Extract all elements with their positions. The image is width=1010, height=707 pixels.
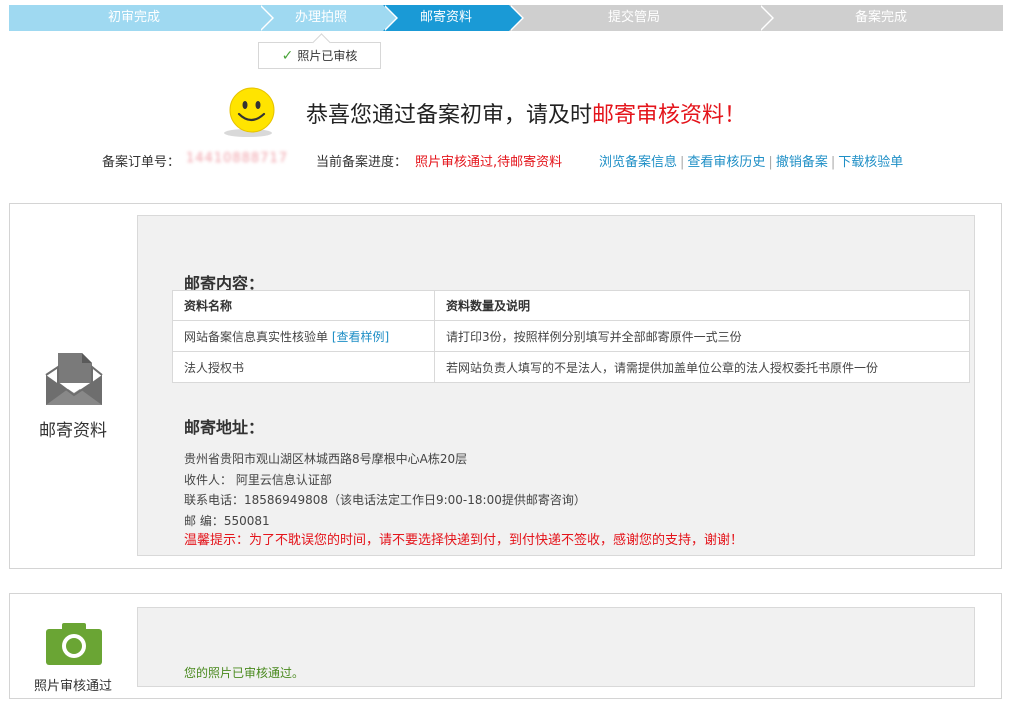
photo-approved-panel: 照片审核通过 您的照片已审核通过。 [9, 593, 1002, 699]
step-label: 办理拍照 [294, 10, 347, 25]
table-header: 资料名称 [172, 290, 435, 321]
phone-line: 联系电话：18586949808（该电话法定工作日9:00-18:00提供邮寄咨… [184, 493, 586, 507]
check-icon: ✓ [281, 47, 294, 64]
mail-address: 贵州省贵阳市观山湖区林城西路8号摩根中心A栋20层 收件人： 阿里云信息认证部 … [184, 449, 743, 552]
postcode-line: 邮 编：550081 [184, 513, 270, 528]
step-label: 初审完成 [107, 10, 160, 25]
cancel-filing-link[interactable]: 撤销备案 [776, 155, 828, 170]
address-line: 贵州省贵阳市观山湖区林城西路8号摩根中心A栋20层 [184, 452, 468, 466]
progress-status: 照片审核通过,待邮寄资料 [415, 155, 563, 170]
smiley-icon [224, 87, 275, 137]
order-links: 浏览备案信息 | 查看审核历史 | 撤销备案 | 下载核验单 [599, 155, 904, 170]
step-mail-materials: 邮寄资料 [383, 5, 524, 31]
order-number: 14410888717 [186, 151, 288, 166]
table-header: 资料数量及说明 [434, 290, 970, 321]
photo-side-label: 照片审核通过 [33, 679, 112, 694]
progress-steps: 初审完成 办理拍照 邮寄资料 提交管局 备案完成 [9, 5, 1003, 31]
photo-approved-message: 您的照片已审核通过。 [184, 666, 305, 680]
step-photo: 办理拍照 [259, 5, 398, 31]
step-label: 备案完成 [854, 10, 907, 25]
page-headline: 恭喜您通过备案初审，请及时邮寄审核资料！ [306, 97, 746, 129]
table-row: 网站备案信息真实性核验单 [查看样例] 请打印3份，按照样例分别填写并全部邮寄原… [172, 320, 970, 352]
table-cell: 网站备案信息真实性核验单 [查看样例] [172, 320, 435, 352]
photo-reviewed-tag: ✓ 照片已审核 [258, 42, 381, 69]
table-row: 法人授权书 若网站负责人填写的不是法人，请需提供加盖单位公章的法人授权委托书原件… [172, 351, 970, 383]
table-cell: 法人授权书 [172, 351, 435, 383]
mail-materials-panel: 邮寄资料 邮寄内容： 资料名称 资料数量及说明 网站备案信息真实性核验单 [查看… [9, 203, 1002, 569]
download-verification-form-link[interactable]: 下载核验单 [838, 155, 903, 170]
step-submit-bureau: 提交管局 [509, 5, 774, 31]
step-label: 提交管局 [607, 10, 660, 25]
material-name: 网站备案信息真实性核验单 [184, 329, 329, 344]
mail-side: 邮寄资料 [10, 204, 136, 568]
warm-tip: 温馨提示：为了不耽误您的时间，请不要选择快递到付，到付快递不签收，感谢您的支持，… [184, 533, 744, 548]
table-cell: 请打印3份，按照样例分别填写并全部邮寄原件一式三份 [434, 320, 970, 352]
mail-address-title: 邮寄地址： [184, 418, 265, 437]
mail-side-label: 邮寄资料 [39, 421, 107, 441]
step-label: 邮寄资料 [419, 10, 472, 25]
step-filing-complete: 备案完成 [759, 5, 1003, 31]
progress-label: 当前备案进度： [316, 155, 408, 170]
order-info-row: 备案订单号： 14410888717 当前备案进度： 照片审核通过,待邮寄资料 … [0, 150, 1010, 170]
mail-materials-table: 资料名称 资料数量及说明 网站备案信息真实性核验单 [查看样例] 请打印3份，按… [172, 290, 970, 383]
view-review-history-link[interactable]: 查看审核历史 [687, 155, 765, 170]
photo-side: 照片审核通过 [10, 594, 136, 698]
step-initial-review: 初审完成 [9, 5, 274, 31]
camera-icon [46, 623, 102, 665]
photo-reviewed-text: 照片已审核 [297, 49, 358, 63]
mail-icon [45, 353, 103, 405]
browse-filing-info-link[interactable]: 浏览备案信息 [599, 155, 677, 170]
order-number-label: 备案订单号： [102, 155, 181, 170]
table-header-row: 资料名称 资料数量及说明 [172, 290, 970, 321]
recipient-line: 收件人： 阿里云信息认证部 [184, 472, 332, 487]
view-sample-link[interactable]: [查看样例] [332, 330, 389, 344]
photo-content-area: 您的照片已审核通过。 [137, 607, 975, 687]
headline-main: 恭喜您通过备案初审，请及时 [306, 103, 593, 128]
table-cell: 若网站负责人填写的不是法人，请需提供加盖单位公章的法人授权委托书原件一份 [434, 351, 970, 383]
headline-highlight: 邮寄审核资料！ [592, 103, 747, 128]
mail-content-area: 邮寄内容： 资料名称 资料数量及说明 网站备案信息真实性核验单 [查看样例] 请… [137, 215, 975, 556]
